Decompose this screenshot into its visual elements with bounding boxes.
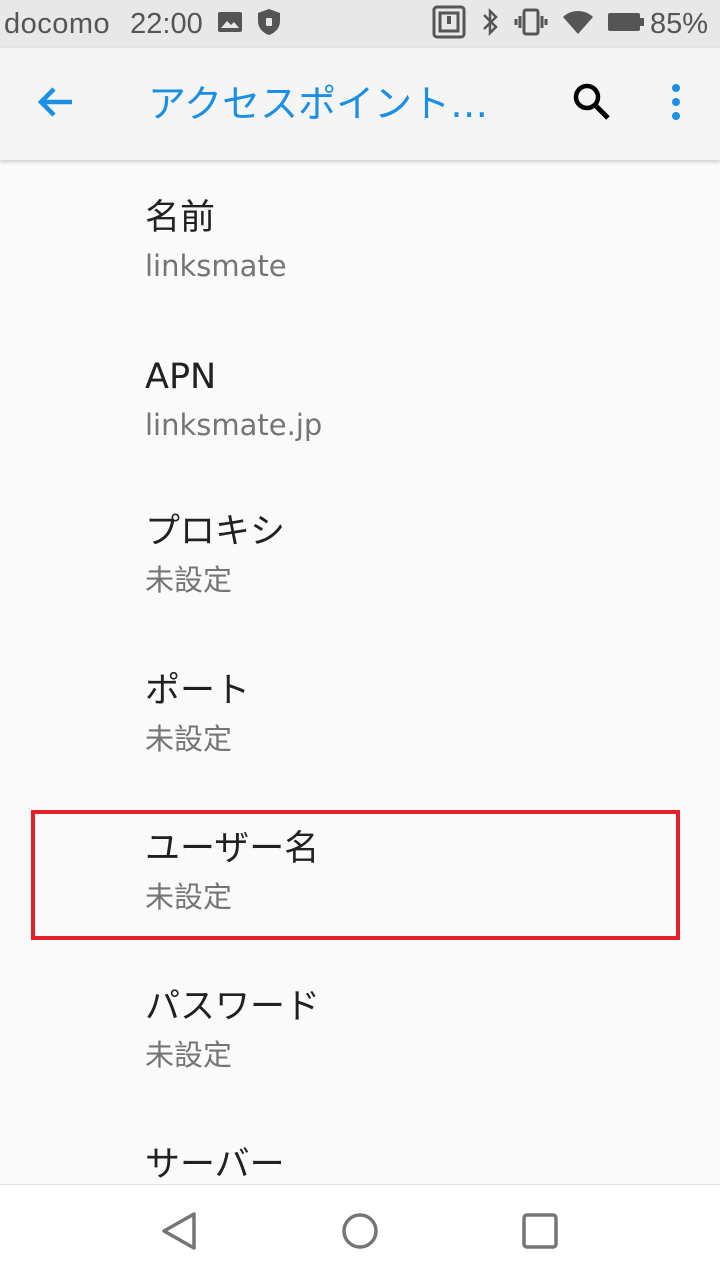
status-bar: docomo 22:00 85% <box>0 0 720 48</box>
back-button[interactable] <box>28 78 84 130</box>
pref-summary: linksmate.jp <box>145 408 323 442</box>
image-icon <box>217 10 243 39</box>
nav-home-button[interactable] <box>336 1209 384 1257</box>
home-circle-icon <box>340 1211 380 1255</box>
pref-title: ポート <box>145 671 251 711</box>
search-icon <box>572 82 612 126</box>
more-options-button[interactable] <box>654 78 698 130</box>
wifi-icon <box>562 9 594 40</box>
vibrate-icon <box>514 8 548 41</box>
search-button[interactable] <box>562 78 622 130</box>
pref-item-proxy[interactable]: プロキシ 未設定 <box>0 474 720 632</box>
nav-back-button[interactable] <box>156 1209 204 1257</box>
pref-summary: 未設定 <box>145 880 233 914</box>
bluetooth-icon <box>480 7 500 42</box>
more-vert-icon <box>670 84 682 124</box>
status-left: docomo 22:00 <box>4 6 281 42</box>
app-bar: アクセスポイント… <box>0 48 720 160</box>
pref-item-port[interactable]: ポート 未設定 <box>0 633 720 791</box>
pref-summary: 未設定 <box>145 1038 233 1072</box>
nav-recents-button[interactable] <box>516 1209 564 1257</box>
pref-item-apn[interactable]: APN linksmate.jp <box>0 319 720 477</box>
recents-square-icon <box>520 1211 560 1255</box>
pref-summary: 未設定 <box>145 722 233 756</box>
pref-item-username[interactable]: ユーザー名 未設定 <box>0 791 720 949</box>
battery-icon <box>607 11 644 38</box>
pref-title: 名前 <box>145 198 216 238</box>
back-triangle-icon <box>160 1211 200 1255</box>
page-title: アクセスポイント… <box>148 82 489 126</box>
arrow-left-icon <box>36 82 76 126</box>
navigation-bar <box>0 1184 720 1280</box>
pref-summary: linksmate <box>145 249 287 283</box>
shield-icon <box>257 8 281 41</box>
pref-title: プロキシ <box>145 512 286 552</box>
pref-item-password[interactable]: パスワード 未設定 <box>0 949 720 1107</box>
status-right: 85% <box>418 5 708 44</box>
pref-title: APN <box>145 357 217 397</box>
pref-item-server[interactable]: サーバー <box>0 1107 720 1184</box>
pref-title: ユーザー名 <box>145 829 320 869</box>
battery-percent: 85% <box>649 7 708 40</box>
pref-item-name[interactable]: 名前 linksmate <box>0 160 720 318</box>
pref-title: サーバー <box>145 1145 285 1184</box>
nfc-icon <box>432 5 466 44</box>
status-time: 22:00 <box>130 7 203 40</box>
pref-summary: 未設定 <box>145 563 233 597</box>
pref-title: パスワード <box>145 987 321 1027</box>
carrier-name: docomo <box>4 7 111 40</box>
apn-settings-list: 名前 linksmate APN linksmate.jp プロキシ 未設定 ポ… <box>0 160 720 1184</box>
